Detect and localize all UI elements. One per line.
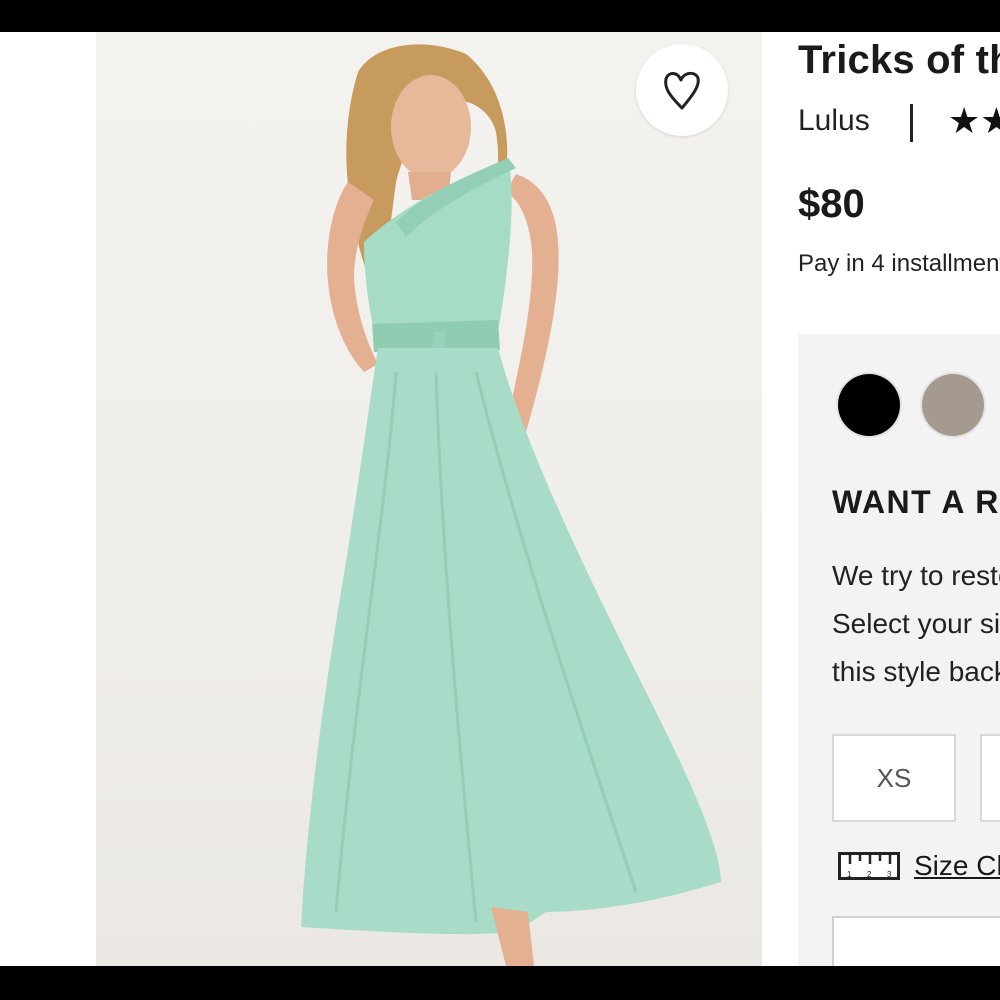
- svg-text:3: 3: [887, 870, 892, 879]
- product-price: $80: [798, 182, 865, 226]
- svg-text:2: 2: [867, 870, 872, 879]
- restock-text-line-3: this style back: [832, 656, 1000, 687]
- size-button-s[interactable]: S: [980, 734, 1000, 822]
- product-info-panel: Tricks of the Trade Lulus ★★★★★ $80 Pay …: [762, 32, 1000, 966]
- restock-panel: WANT A RESTOCK? We try to restock Select…: [798, 334, 1000, 966]
- restock-text-line-2: Select your size: [832, 608, 1000, 639]
- bottom-letterbox-bar: [0, 966, 1000, 1000]
- installments-text[interactable]: Pay in 4 installments: [798, 250, 1000, 278]
- size-chart-link[interactable]: 1 2 3 Size Chart: [838, 850, 1000, 882]
- dress-illustration: [301, 44, 721, 966]
- color-swatch-black[interactable]: [838, 374, 900, 436]
- color-swatch-taupe[interactable]: [922, 374, 984, 436]
- favorite-button[interactable]: [636, 44, 728, 136]
- svg-text:1: 1: [847, 870, 852, 879]
- brand-separator: [910, 104, 913, 142]
- restock-text-line-1: We try to restock: [832, 560, 1000, 591]
- size-button-xs[interactable]: XS: [832, 734, 956, 822]
- brand-name[interactable]: Lulus: [798, 104, 870, 138]
- restock-heading: WANT A RESTOCK?: [832, 484, 1000, 520]
- heart-outline-icon: [664, 71, 700, 110]
- product-title: Tricks of the Trade: [798, 38, 1000, 82]
- ruler-icon: 1 2 3: [838, 852, 900, 880]
- top-letterbox-bar: [0, 0, 1000, 32]
- product-image[interactable]: [96, 32, 762, 966]
- rating-stars[interactable]: ★★★★★: [948, 100, 1000, 142]
- size-chart-label: Size Chart: [914, 850, 1000, 881]
- email-input[interactable]: [832, 916, 1000, 966]
